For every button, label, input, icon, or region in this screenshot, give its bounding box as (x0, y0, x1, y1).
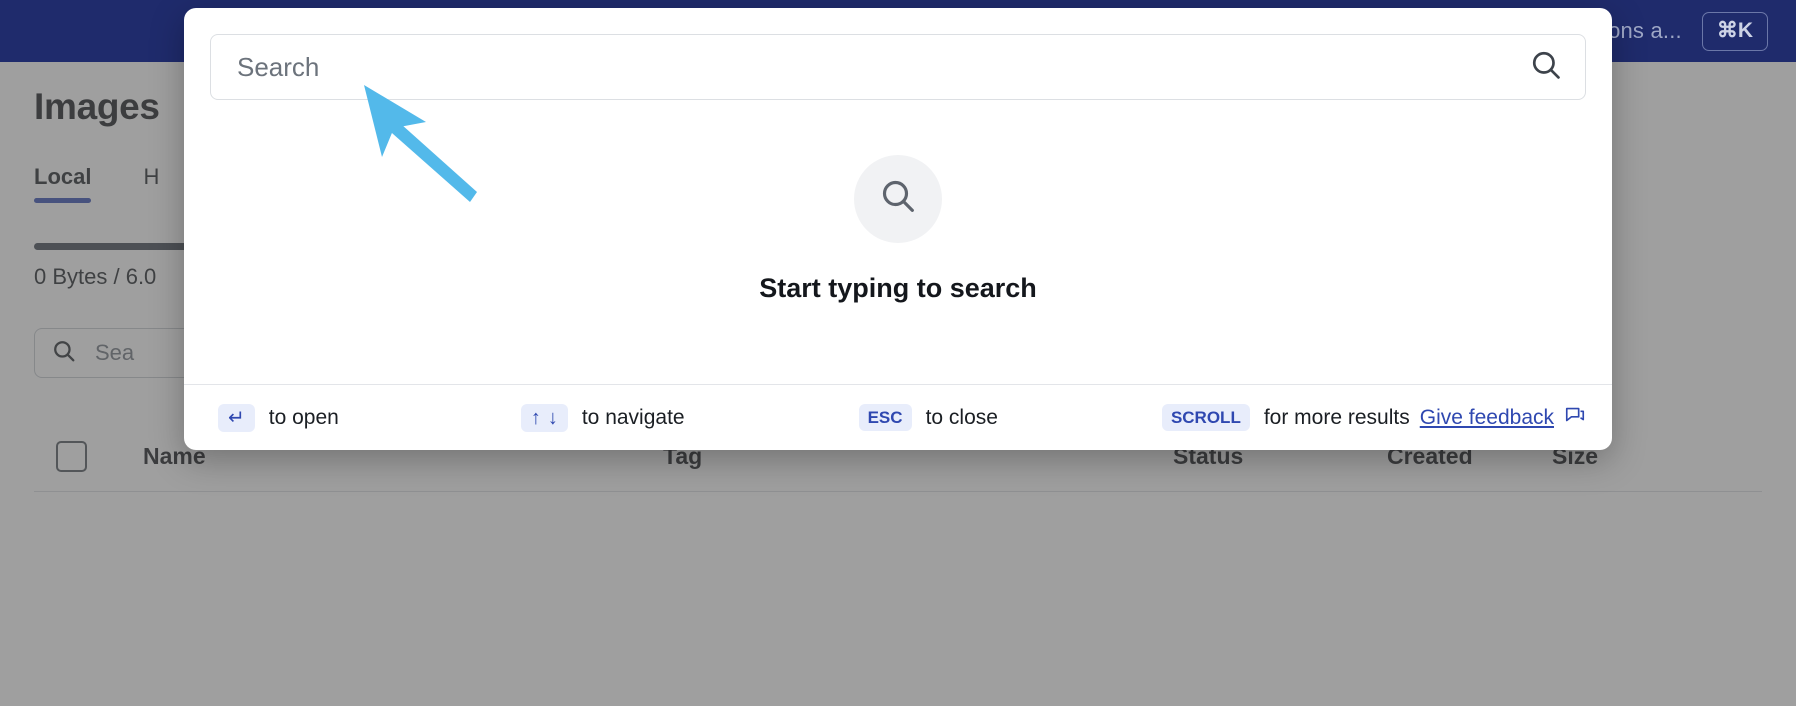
feedback-chat-icon (1564, 404, 1586, 432)
hint-scroll: SCROLL for more results (1161, 404, 1410, 431)
hint-open-label: to open (268, 405, 339, 429)
palette-search-input[interactable] (237, 51, 1529, 83)
search-icon[interactable] (1529, 48, 1563, 87)
arrow-down-icon: ↓ (547, 406, 558, 429)
give-feedback-label: Give feedback (1419, 405, 1554, 429)
empty-state-title: Start typing to search (759, 272, 1037, 303)
hint-close-label: to close (925, 405, 998, 429)
hint-close: ESC to close (858, 404, 998, 431)
tab-local[interactable]: Local (34, 164, 92, 203)
palette-footer: ↵ to open ↑ ↓ to navigate ESC to close S… (184, 384, 1612, 450)
palette-search-box[interactable] (210, 34, 1586, 100)
select-all-checkbox[interactable] (56, 441, 87, 472)
search-icon (51, 338, 77, 369)
arrow-up-icon: ↑ (530, 406, 541, 429)
search-icon (878, 176, 918, 221)
command-k-shortcut-badge[interactable]: ⌘K (1701, 11, 1768, 51)
hint-navigate-label: to navigate (581, 405, 685, 429)
hint-open: ↵ to open (218, 403, 339, 432)
command-palette-modal: Start typing to search ↵ to open ↑ ↓ to … (184, 8, 1612, 450)
hint-scroll-label: for more results (1263, 405, 1410, 429)
arrow-keys-badge: ↑ ↓ (520, 403, 568, 432)
hint-navigate: ↑ ↓ to navigate (520, 403, 685, 432)
table-search-placeholder: Sea (95, 340, 135, 365)
give-feedback-link[interactable]: Give feedback (1420, 404, 1586, 432)
tab-hub[interactable]: H (143, 164, 159, 203)
palette-empty-state: Start typing to search (184, 100, 1612, 384)
nav-search-hint-text: ons a... (1608, 18, 1682, 43)
palette-search-row (184, 8, 1612, 100)
empty-state-icon-circle (854, 154, 942, 243)
scroll-key-badge: SCROLL (1161, 404, 1250, 431)
enter-key-badge: ↵ (218, 403, 255, 432)
esc-key-badge: ESC (858, 404, 912, 431)
